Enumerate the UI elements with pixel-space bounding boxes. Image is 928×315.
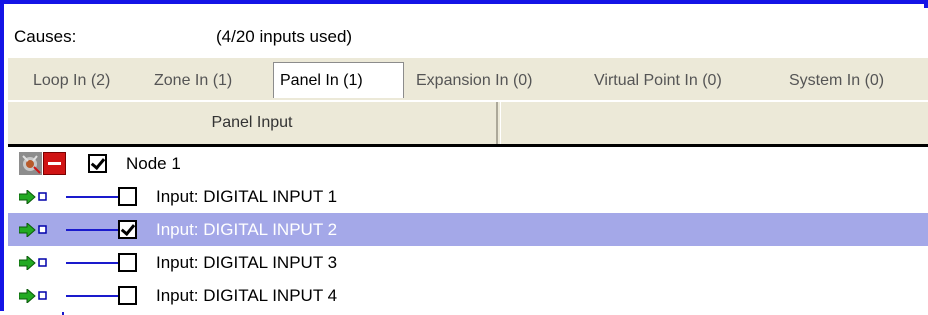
causes-header: Causes: (4/20 inputs used) xyxy=(8,8,928,58)
column-header-panel-input[interactable]: Panel Input xyxy=(8,102,498,144)
causes-panel: Causes: (4/20 inputs used) Loop In (2) Z… xyxy=(0,0,928,315)
digital-input-arrow-icon xyxy=(18,188,53,206)
input-checkbox-3[interactable] xyxy=(118,253,137,272)
tab-system-in[interactable]: System In (0) xyxy=(789,66,884,96)
input-label-2: Input: DIGITAL INPUT 2 xyxy=(156,220,338,239)
tab-panel-in[interactable]: Panel In (1) xyxy=(273,62,404,98)
input-row-2[interactable]: Input: DIGITAL INPUT 2 xyxy=(8,213,928,246)
node-device-icon xyxy=(19,152,42,175)
input-label-4: Input: DIGITAL INPUT 4 xyxy=(156,286,338,305)
input-label-3: Input: DIGITAL INPUT 3 xyxy=(156,253,338,272)
input-checkbox-4[interactable] xyxy=(118,286,137,305)
input-row-1[interactable]: Input: DIGITAL INPUT 1 xyxy=(8,180,928,213)
inputs-used-count: (4/20 inputs used) xyxy=(216,27,353,46)
node-label: Node 1 xyxy=(126,154,181,173)
input-label-1: Input: DIGITAL INPUT 1 xyxy=(156,187,338,206)
tree-branch-line xyxy=(66,295,118,297)
tree-branch-line xyxy=(66,229,118,231)
digital-input-arrow-icon xyxy=(18,254,53,272)
tab-expansion-in[interactable]: Expansion In (0) xyxy=(416,66,533,96)
tree-branch-line xyxy=(66,262,118,264)
tab-virtual-point-in[interactable]: Virtual Point In (0) xyxy=(594,66,722,96)
tab-loop-in[interactable]: Loop In (2) xyxy=(33,66,110,96)
node-checkbox[interactable] xyxy=(88,154,107,173)
grid-header: Panel Input xyxy=(8,100,928,144)
digital-input-arrow-icon xyxy=(18,287,53,305)
digital-input-arrow-icon xyxy=(18,221,53,239)
input-row-3[interactable]: Input: DIGITAL INPUT 3 xyxy=(8,246,928,279)
tree-branch-line xyxy=(66,196,118,198)
input-row-4[interactable]: Input: DIGITAL INPUT 4 xyxy=(8,279,928,312)
cause-type-tabs: Loop In (2) Zone In (1) Panel In (1) Exp… xyxy=(8,58,928,100)
collapse-minus-icon[interactable] xyxy=(43,152,66,175)
input-checkbox-1[interactable] xyxy=(118,187,137,206)
tab-zone-in[interactable]: Zone In (1) xyxy=(154,66,232,96)
tree-node-row[interactable]: Node 1 xyxy=(8,147,928,180)
column-header-empty xyxy=(500,102,928,144)
input-checkbox-2[interactable] xyxy=(118,220,137,239)
causes-label: Causes: xyxy=(14,27,77,46)
